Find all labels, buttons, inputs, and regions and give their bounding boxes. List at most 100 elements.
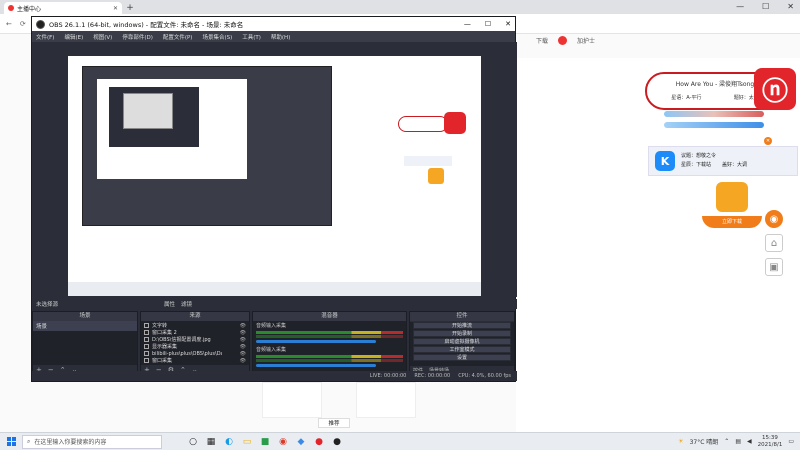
refresh-icon[interactable]: ⟳: [20, 20, 26, 28]
scenes-dock: 场景 场景 + − ⌃ ⌄: [32, 311, 138, 374]
avatar[interactable]: [558, 36, 568, 45]
source-item[interactable]: bilibili-plus\plus\OBS\plus\DateDisplay👁: [141, 350, 249, 357]
file-explorer-icon[interactable]: ▭: [238, 433, 256, 450]
chrome-icon[interactable]: ◉: [274, 433, 292, 450]
source-item[interactable]: 窗口采集 2 👁: [141, 329, 249, 336]
home-icon[interactable]: ⌂: [765, 234, 783, 252]
edge-browser-icon[interactable]: ◐: [220, 433, 238, 450]
visibility-icon[interactable]: 👁: [240, 330, 246, 336]
minimize-button[interactable]: —: [736, 2, 744, 11]
obs-menubar: 文件(F) 编辑(E) 视图(V) 停靠部件(D) 配置文件(P) 场景集合(S…: [32, 31, 515, 42]
window-source-icon: [144, 358, 149, 363]
menu-scene-collection[interactable]: 场景集合(S): [202, 33, 232, 41]
volume-icon[interactable]: ◀: [747, 438, 752, 445]
notifications-icon[interactable]: ▭: [788, 438, 794, 445]
k-line-2: 星辰：下载站: [681, 162, 712, 168]
text-source-icon: [144, 323, 149, 328]
volume-slider[interactable]: [256, 364, 376, 367]
netease-taskbar-icon[interactable]: ●: [310, 433, 328, 450]
user-link[interactable]: 加护士: [577, 36, 595, 45]
clock[interactable]: 15:39 2021/8/1: [758, 435, 783, 449]
weather-text: 37°C 晴朗: [689, 439, 719, 446]
menu-edit[interactable]: 编辑(E): [64, 33, 83, 41]
maximize-button[interactable]: ☐: [762, 2, 769, 11]
mixer-channel-label: 音频输入采集: [256, 323, 287, 329]
settings-button[interactable]: 设置: [413, 354, 511, 361]
menu-file[interactable]: 文件(F): [36, 33, 54, 41]
mixer-header: 混音器: [253, 312, 406, 321]
visibility-icon[interactable]: 👁: [240, 344, 246, 350]
source-item[interactable]: 显示器采集 👁: [141, 343, 249, 350]
menu-docks[interactable]: 停靠部件(D): [122, 33, 153, 41]
sources-dock: 来源 文字转 👁 窗口采集 2 👁 D:\OBS\信报配置调度.jpg 👁 显示器采集…: [140, 311, 250, 374]
close-tab-icon[interactable]: ✕: [113, 5, 118, 12]
properties-button[interactable]: 属性: [164, 300, 175, 308]
start-recording-button[interactable]: 开始录制: [413, 330, 511, 337]
start-virtual-camera-button[interactable]: 启动虚拟摄像机: [413, 338, 511, 345]
close-icon[interactable]: ✕: [764, 137, 772, 145]
mini-netease-icon: [444, 112, 466, 134]
map-icon[interactable]: ◆: [292, 433, 310, 450]
task-view-icon[interactable]: ○: [184, 433, 202, 450]
browser-tab[interactable]: 主播中心 ✕: [4, 2, 122, 14]
network-icon[interactable]: ▤: [735, 438, 741, 445]
window-source-icon: [144, 330, 149, 335]
menu-view[interactable]: 视图(V): [93, 33, 112, 41]
visibility-icon[interactable]: 👁: [240, 358, 246, 364]
obs-titlebar: OBS 26.1.1 (64-bit, windows) - 配置文件: 未命名…: [32, 17, 515, 31]
source-item[interactable]: 文字转 👁: [141, 322, 249, 329]
controls-header: 控件: [410, 312, 514, 321]
obs-close-button[interactable]: ✕: [505, 20, 511, 28]
filters-button[interactable]: 滤镜: [181, 300, 192, 308]
display-source-icon: [144, 344, 149, 349]
visibility-icon[interactable]: 👁: [240, 323, 246, 329]
mini-music-card: [398, 116, 448, 132]
tab-bar: 主播中心 ✕ +: [0, 0, 800, 14]
obs-window[interactable]: OBS 26.1.1 (64-bit, windows) - 配置文件: 未命名…: [31, 16, 517, 382]
duck-download-button[interactable]: 立即下载: [702, 216, 762, 228]
obs-preview[interactable]: [32, 42, 517, 297]
rec-status: REC: 00:00:00: [414, 373, 451, 379]
mixer-dock: 混音器 音频输入采集 音频输入采集: [252, 311, 407, 374]
menu-profile[interactable]: 配置文件(P): [163, 33, 193, 41]
screenshot-icon[interactable]: ▣: [765, 258, 783, 276]
music-singer: 星语：A-平行: [671, 95, 702, 101]
system-tray: ☀ 37°C 晴朗 ⌃ ▤ ◀ 15:39 2021/8/1 ▭: [678, 435, 800, 449]
source-item[interactable]: 窗口采集 👁: [141, 357, 249, 364]
visibility-icon[interactable]: 👁: [240, 337, 246, 343]
progress-bar-red: [664, 111, 764, 117]
live-status: LIVE: 00:00:00: [369, 373, 407, 379]
scene-item[interactable]: 场景: [33, 321, 137, 331]
duck-image-icon: [716, 182, 748, 212]
duck-widget: 立即下载: [702, 176, 762, 228]
menu-tools[interactable]: 工具(T): [242, 33, 261, 41]
nested-preview-3: [123, 93, 173, 129]
browser-window-controls: — ☐ ✕: [736, 2, 794, 11]
obs-minimize-button[interactable]: —: [464, 20, 471, 28]
mini-duck-icon: [428, 168, 444, 184]
start-streaming-button[interactable]: 开始推流: [413, 322, 511, 329]
k-line-1: 议题：想敬之令: [681, 153, 717, 159]
close-button[interactable]: ✕: [787, 2, 794, 11]
visibility-icon[interactable]: 👁: [240, 351, 246, 357]
orange-circle-icon[interactable]: ◉: [765, 210, 783, 228]
studio-mode-button[interactable]: 工作室模式: [413, 346, 511, 353]
tray-expand-icon[interactable]: ⌃: [724, 438, 729, 445]
audio-meter: [256, 355, 403, 358]
volume-slider[interactable]: [256, 340, 376, 343]
new-tab-button[interactable]: +: [124, 2, 136, 14]
browser-source-icon: [144, 351, 149, 356]
store-icon[interactable]: ■: [256, 433, 274, 450]
source-item[interactable]: D:\OBS\信报配置调度.jpg 👁: [141, 336, 249, 343]
placeholder-panel: [262, 382, 322, 418]
obs-taskbar-icon[interactable]: ●: [328, 433, 346, 450]
menu-help[interactable]: 帮助(H): [271, 33, 290, 41]
k-card[interactable]: K 议题：想敬之令 星辰：下载站 盖好：大调: [648, 146, 798, 176]
taskbar-search[interactable]: ⌕ 在这里输入你要搜索的内容: [22, 434, 162, 449]
obs-maximize-button[interactable]: ☐: [485, 20, 491, 28]
start-button[interactable]: [0, 437, 22, 446]
sources-header: 来源: [141, 312, 249, 321]
back-icon[interactable]: ←: [6, 20, 12, 28]
download-link[interactable]: 下载: [536, 36, 548, 45]
widgets-icon[interactable]: ▦: [202, 433, 220, 450]
